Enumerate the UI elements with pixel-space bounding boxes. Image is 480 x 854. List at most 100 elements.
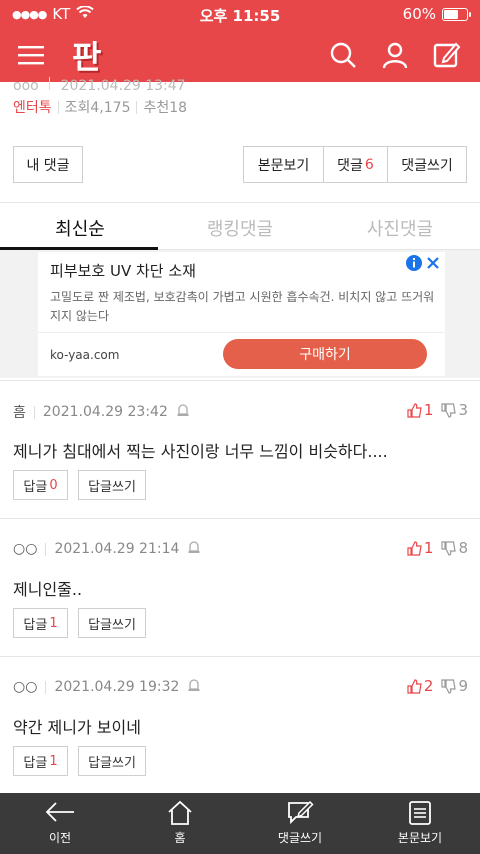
ad-url[interactable]: ko-yaa.com bbox=[50, 348, 119, 362]
info-icon[interactable] bbox=[405, 254, 423, 276]
comment-item: ○○ 2021.04.29 21:14 1 8 제니인줄.. 답글 1 답글쓰기 bbox=[0, 518, 480, 656]
report-icon[interactable] bbox=[187, 540, 201, 558]
ad-title[interactable]: 피부보호 UV 차단 소재 bbox=[50, 260, 196, 281]
search-icon[interactable] bbox=[328, 40, 358, 70]
divider bbox=[45, 680, 47, 694]
tab-photo[interactable]: 사진댓글 bbox=[320, 203, 480, 249]
comment-text: 약간 제니가 보이네 bbox=[13, 718, 141, 737]
logo[interactable]: 판 bbox=[72, 32, 101, 78]
downvote-button[interactable]: 3 bbox=[441, 401, 468, 419]
view-post-button[interactable]: 본문보기 bbox=[244, 147, 324, 182]
write-reply-button[interactable]: 답글쓰기 bbox=[78, 608, 146, 638]
write-reply-button[interactable]: 답글쓰기 bbox=[78, 470, 146, 500]
post-views: 조회4,175 bbox=[64, 100, 131, 116]
comment-author: 흠 bbox=[13, 405, 26, 421]
upvote-count: 1 bbox=[423, 539, 434, 557]
downvote-count: 3 bbox=[458, 401, 468, 419]
status-right: 60% bbox=[402, 5, 471, 23]
comment-text: 제니가 침대에서 찍는 사진이랑 너무 느낌이 비슷하다.... bbox=[13, 442, 388, 461]
battery-percent: 60% bbox=[402, 5, 436, 23]
post-author: ooo bbox=[13, 78, 39, 94]
comment-action-group: 본문보기 댓글 6 댓글쓰기 bbox=[243, 146, 467, 183]
upvote-count: 1 bbox=[423, 401, 434, 419]
upvote-button[interactable]: 1 bbox=[407, 539, 434, 557]
write-reply-button[interactable]: 답글쓰기 bbox=[78, 746, 146, 776]
tab-latest[interactable]: 최신순 bbox=[0, 203, 160, 250]
battery-icon bbox=[442, 7, 471, 21]
compose-icon[interactable] bbox=[432, 40, 462, 70]
nav-prev[interactable]: 이전 bbox=[0, 793, 120, 854]
comment-text: 제니인줄.. bbox=[13, 580, 83, 599]
downvote-count: 8 bbox=[458, 539, 468, 557]
reply-count: 1 bbox=[49, 753, 58, 769]
downvote-button[interactable]: 8 bbox=[441, 539, 468, 557]
comments-button[interactable]: 댓글 6 bbox=[324, 147, 388, 182]
comment-sort-tabs: 최신순 랭킹댓글 사진댓글 bbox=[0, 203, 480, 250]
home-icon bbox=[168, 800, 192, 825]
comment-item: 흠 2021.04.29 23:42 1 3 제니가 침대에서 찍는 사진이랑 … bbox=[0, 380, 480, 518]
reply-button[interactable]: 답글 1 bbox=[13, 746, 68, 776]
post-category[interactable]: 엔터톡 bbox=[13, 97, 52, 117]
write-comment-button[interactable]: 댓글쓰기 bbox=[388, 147, 466, 182]
comment-votes: 1 3 bbox=[407, 401, 468, 419]
nav-write-comment[interactable]: 댓글쓰기 bbox=[240, 793, 360, 854]
report-icon[interactable] bbox=[176, 403, 190, 421]
thumbs-up-icon bbox=[407, 678, 422, 694]
report-icon[interactable] bbox=[187, 678, 201, 696]
comment-date: 2021.04.29 21:14 bbox=[54, 541, 180, 557]
my-comments-button[interactable]: 내 댓글 bbox=[13, 146, 83, 183]
downvote-count: 9 bbox=[458, 677, 468, 695]
divider bbox=[57, 100, 59, 114]
ad-card[interactable]: 피부보호 UV 차단 소재 고밀도로 짠 제조법, 보호감촉이 가볍고 시원한 … bbox=[38, 252, 445, 376]
comment-author: ○○ bbox=[13, 541, 38, 557]
comment-header: ○○ 2021.04.29 19:32 bbox=[13, 678, 201, 696]
nav-view-post[interactable]: 본문보기 bbox=[360, 793, 480, 854]
hamburger-menu-icon[interactable] bbox=[18, 43, 44, 67]
battery-fill bbox=[444, 9, 459, 19]
app-root: ●●●● KT 오후 11:55 60% 판 ooo 2021.04.29 13… bbox=[0, 0, 480, 854]
comment-votes: 1 8 bbox=[407, 539, 468, 557]
divider bbox=[45, 542, 47, 556]
downvote-button[interactable]: 9 bbox=[441, 677, 468, 695]
nav-home-label: 홈 bbox=[174, 831, 186, 845]
comment-write-icon bbox=[288, 800, 314, 825]
comment-author: ○○ bbox=[13, 679, 38, 695]
post-meta-stats: 엔터톡 조회4,175 추천18 bbox=[13, 97, 187, 117]
thumbs-down-icon bbox=[441, 540, 457, 556]
thumbs-down-icon bbox=[441, 402, 457, 418]
post-recommends: 추천18 bbox=[143, 100, 188, 116]
tab-ranking[interactable]: 랭킹댓글 bbox=[160, 203, 320, 249]
close-icon[interactable] bbox=[425, 254, 441, 277]
comment-votes: 2 9 bbox=[407, 677, 468, 695]
comment-header: ○○ 2021.04.29 21:14 bbox=[13, 540, 201, 558]
reply-button[interactable]: 답글 0 bbox=[13, 470, 68, 500]
ad-buy-button[interactable]: 구매하기 bbox=[223, 339, 427, 369]
ad-body: 고밀도로 짠 제조법, 보호감촉이 가볍고 시원한 흡수속건. 비치지 않고 뜨… bbox=[50, 290, 435, 323]
comment-header: 흠 2021.04.29 23:42 bbox=[13, 402, 190, 422]
nav-prev-label: 이전 bbox=[48, 831, 72, 845]
post-datetime: 2021.04.29 13:47 bbox=[60, 78, 186, 94]
thumbs-down-icon bbox=[441, 678, 457, 694]
view-post-label: 본문보기 bbox=[257, 157, 310, 174]
reply-label: 답글 bbox=[23, 479, 48, 495]
nav-view-label: 본문보기 bbox=[397, 831, 443, 845]
thumbs-up-icon bbox=[407, 540, 422, 556]
comments-count: 6 bbox=[364, 156, 374, 173]
upvote-button[interactable]: 1 bbox=[407, 401, 434, 419]
reply-button[interactable]: 답글 1 bbox=[13, 608, 68, 638]
thumbs-up-icon bbox=[407, 402, 422, 418]
divider bbox=[49, 77, 51, 90]
upvote-button[interactable]: 2 bbox=[407, 677, 433, 695]
nav-home[interactable]: 홈 bbox=[120, 793, 240, 854]
ad-divider bbox=[38, 332, 445, 333]
comment-date: 2021.04.29 23:42 bbox=[42, 404, 168, 420]
app-header: 판 bbox=[0, 28, 480, 82]
nav-write-label: 댓글쓰기 bbox=[277, 831, 323, 845]
reply-count: 0 bbox=[49, 477, 58, 493]
document-icon bbox=[409, 801, 431, 825]
divider bbox=[136, 100, 138, 114]
status-bar: ●●●● KT 오후 11:55 60% bbox=[0, 0, 480, 28]
reply-label: 답글 bbox=[23, 617, 48, 633]
user-icon[interactable] bbox=[380, 40, 410, 70]
reply-count: 1 bbox=[49, 615, 58, 631]
